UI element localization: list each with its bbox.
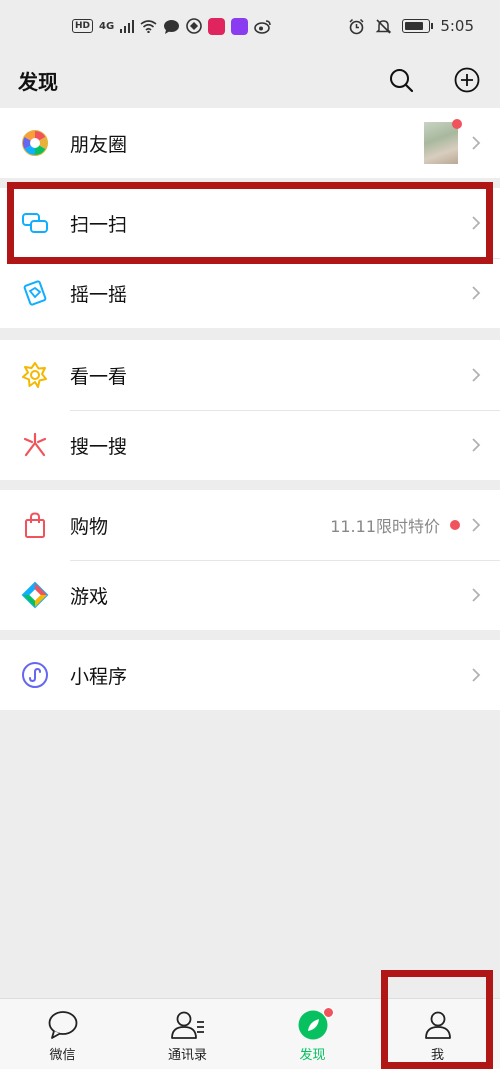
moments-group: 朋友圈 (0, 108, 500, 178)
chevron-right-icon (472, 518, 481, 532)
header-actions (389, 67, 480, 93)
chat-bubble-icon (47, 1009, 79, 1041)
clock: 5:05 (440, 17, 474, 35)
moments-thumbnail (424, 119, 462, 164)
chevron-right-icon (472, 588, 481, 602)
moments-label: 朋友圈 (70, 133, 128, 156)
discover-badge-dot (322, 1007, 334, 1018)
network-type: 4G (99, 20, 115, 32)
mini-programs-group: 小程序 (0, 640, 500, 710)
video-app-icon (231, 17, 249, 35)
chevron-right-icon (472, 368, 481, 382)
weibo-icon (254, 19, 271, 34)
alarm-icon (349, 18, 364, 34)
me-tab-highlight-box (381, 970, 493, 1069)
hd-indicator: HD (72, 19, 94, 33)
message-icon (164, 19, 180, 34)
top-stories-icon (21, 361, 49, 389)
mini-programs-row[interactable]: 小程序 (0, 640, 500, 710)
browser-icon (186, 18, 202, 34)
shopping-label: 购物 (70, 515, 109, 538)
status-right: 5:05 (348, 17, 474, 35)
top-stories-row[interactable]: 看一看 (0, 340, 500, 410)
status-bar: HD 4G 5:05 (0, 0, 500, 52)
chevron-right-icon (472, 438, 481, 452)
shopping-bag-icon (21, 511, 49, 539)
status-left: HD 4G (72, 17, 272, 35)
games-row[interactable]: 游戏 (0, 560, 500, 630)
battery-icon (402, 19, 434, 33)
mute-bell-icon (376, 18, 392, 34)
red-app-icon (208, 17, 226, 35)
games-label: 游戏 (70, 585, 109, 608)
search-row[interactable]: 搜一搜 (0, 410, 500, 480)
shake-row[interactable]: 摇一摇 (0, 258, 500, 328)
tab-label: 发现 (299, 1048, 326, 1063)
shopping-row[interactable]: 购物 11.11限时特价 (0, 490, 500, 560)
chevron-right-icon (472, 668, 481, 682)
tab-label: 微信 (49, 1048, 76, 1063)
signal-icon (120, 19, 135, 33)
wifi-icon (140, 19, 157, 33)
chevron-right-icon (472, 136, 481, 150)
tab-discover[interactable]: 发现 (250, 999, 375, 1069)
moments-icon (21, 129, 49, 157)
page-title: 发现 (18, 69, 58, 94)
moments-row[interactable]: 朋友圈 (0, 108, 500, 178)
games-icon (21, 581, 49, 609)
tab-chats[interactable]: 微信 (0, 999, 125, 1069)
top-bar: 发现 (0, 52, 500, 108)
add-icon[interactable] (454, 67, 480, 93)
shake-icon (21, 279, 49, 307)
mini-programs-icon (21, 661, 49, 689)
tab-contacts[interactable]: 通讯录 (125, 999, 250, 1069)
contacts-icon (170, 1009, 206, 1041)
shopping-games-group: 购物 11.11限时特价 游戏 (0, 490, 500, 630)
shopping-promo-text: 11.11限时特价 (330, 517, 440, 536)
stories-search-group: 看一看 搜一搜 (0, 340, 500, 480)
mini-programs-label: 小程序 (70, 665, 128, 688)
top-stories-label: 看一看 (70, 365, 128, 388)
search-icon[interactable] (389, 68, 414, 93)
new-badge-dot (450, 520, 460, 530)
search-search-icon (21, 431, 49, 459)
scan-highlight-box (7, 182, 493, 264)
new-post-dot (452, 119, 462, 129)
search-label: 搜一搜 (70, 435, 128, 458)
chevron-right-icon (472, 286, 481, 300)
tab-label: 通讯录 (167, 1048, 207, 1063)
shake-label: 摇一摇 (70, 283, 128, 306)
